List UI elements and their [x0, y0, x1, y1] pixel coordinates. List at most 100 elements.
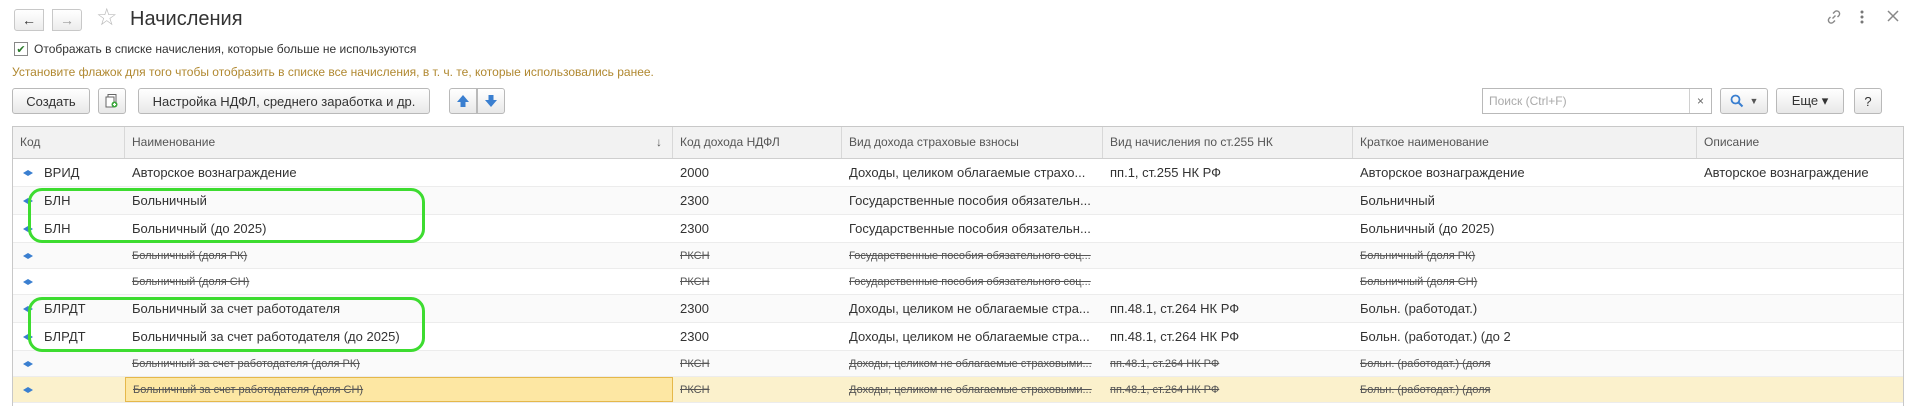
- search-box[interactable]: ×: [1482, 88, 1712, 114]
- cell-short-name: Больничный (доля СН): [1360, 275, 1478, 288]
- cell-ndfl: 2300: [680, 193, 709, 208]
- cell-ndfl: 2300: [680, 329, 709, 344]
- cell-nk255: пп.1, ст.255 НК РФ: [1110, 165, 1222, 180]
- cell-name: Авторское вознаграждение: [132, 165, 297, 180]
- search-button[interactable]: ▼: [1720, 88, 1768, 114]
- cell-short-name: Больн. (работодат.) (доля: [1360, 357, 1491, 370]
- row-type-icon: [23, 197, 33, 204]
- search-input[interactable]: [1483, 89, 1683, 113]
- col-header-ndfl[interactable]: Код дохода НДФЛ: [673, 127, 842, 158]
- col-header-short-name[interactable]: Краткое наименование: [1353, 127, 1697, 158]
- col-header-description[interactable]: Описание: [1697, 127, 1903, 158]
- cell-nk255: пп.48.1, ст.264 НК РФ: [1110, 357, 1220, 370]
- cell-code: БЛН: [44, 193, 71, 208]
- create-button[interactable]: Создать: [12, 88, 90, 114]
- cell-insurance: Государственные пособия обязательн...: [849, 193, 1091, 208]
- cell-insurance: Государственные пособия обязательного со…: [849, 275, 1091, 288]
- row-type-icon: [23, 278, 33, 285]
- move-up-button[interactable]: [449, 88, 477, 114]
- magnifier-icon: [1730, 94, 1743, 108]
- cell-description: [1697, 215, 1903, 242]
- show-unused-checkbox[interactable]: ✔: [14, 42, 28, 56]
- arrow-left-icon: ←: [22, 12, 36, 28]
- table-row[interactable]: Больничный за счет работодателя (доля РК…: [13, 351, 1903, 377]
- col-header-code[interactable]: Код: [13, 127, 125, 158]
- cell-name: Больничный за счет работодателя (до 2025…: [132, 329, 400, 344]
- cell-insurance: Доходы, целиком не облагаемые стра...: [849, 301, 1090, 316]
- filter-hint: Установите флажок для того чтобы отобраз…: [12, 65, 654, 79]
- star-icon[interactable]: ☆: [96, 6, 118, 30]
- col-header-insurance[interactable]: Вид дохода страховые взносы: [842, 127, 1103, 158]
- table-row[interactable]: Больничный (доля РК) РКСН Государственны…: [13, 243, 1903, 269]
- cell-ndfl: 2300: [680, 301, 709, 316]
- cell-short-name: Больн. (работодат.) (доля: [1360, 383, 1491, 396]
- cell-nk255: [1103, 243, 1353, 268]
- cell-ndfl: 2000: [680, 165, 709, 180]
- cell-nk255: [1103, 269, 1353, 294]
- row-type-icon: [23, 333, 33, 340]
- table-row[interactable]: БЛРДТ Больничный за счет работодателя 23…: [13, 295, 1903, 323]
- cell-code: БЛРДТ: [44, 301, 86, 316]
- cell-ndfl: 2300: [680, 221, 709, 236]
- table-row[interactable]: БЛРДТ Больничный за счет работодателя (д…: [13, 323, 1903, 351]
- help-button[interactable]: ?: [1854, 88, 1882, 114]
- cell-description: [1697, 269, 1903, 294]
- table-row-selected[interactable]: Больничный за счет работодателя (доля СН…: [13, 377, 1903, 403]
- arrow-right-icon: →: [60, 12, 74, 28]
- nav-forward-button[interactable]: →: [52, 9, 82, 31]
- cell-short-name: Авторское вознаграждение: [1360, 165, 1525, 180]
- cell-name: Больничный (доля РК): [132, 249, 248, 262]
- cell-description: [1697, 295, 1903, 322]
- more-button[interactable]: Еще ▾: [1776, 88, 1844, 114]
- cell-code: БЛРДТ: [44, 329, 86, 344]
- show-unused-label: Отображать в списке начисления, которые …: [34, 42, 417, 56]
- move-down-button[interactable]: [477, 88, 505, 114]
- cell-name: Больничный: [132, 193, 207, 208]
- table-header: Код Наименование ↓ Код дохода НДФЛ Вид д…: [13, 127, 1903, 159]
- toolbar: Создать Настройка НДФЛ, среднего заработ…: [0, 88, 1915, 116]
- nav-back-button[interactable]: ←: [14, 9, 44, 31]
- cell-description: [1697, 187, 1903, 214]
- cell-short-name: Больничный (до 2025): [1360, 221, 1495, 236]
- copy-icon: [105, 94, 118, 108]
- copy-button[interactable]: [98, 88, 126, 114]
- arrow-up-icon: [457, 95, 469, 107]
- cell-name: Больничный (до 2025): [132, 221, 267, 236]
- cell-insurance: Доходы, целиком не облагаемые страховыми…: [849, 357, 1092, 370]
- cell-ndfl: РКСН: [680, 357, 710, 370]
- title-bar: ← → ☆ Начисления: [0, 0, 1915, 40]
- table-row[interactable]: Больничный (доля СН) РКСН Государственны…: [13, 269, 1903, 295]
- cell-code: [37, 243, 125, 268]
- cell-code: [37, 269, 125, 294]
- link-icon[interactable]: [1826, 9, 1842, 30]
- row-type-icon: [23, 360, 33, 367]
- table-row[interactable]: ВРИД Авторское вознаграждение 2000 Доход…: [13, 159, 1903, 187]
- table-body: ВРИД Авторское вознаграждение 2000 Доход…: [13, 159, 1903, 403]
- sort-desc-icon: ↓: [656, 135, 662, 149]
- kebab-icon[interactable]: [1859, 9, 1865, 30]
- table-row[interactable]: БЛН Больничный 2300 Государственные посо…: [13, 187, 1903, 215]
- row-type-icon: [23, 169, 33, 176]
- cell-ndfl: РКСН: [680, 275, 710, 288]
- table-row[interactable]: БЛН Больничный (до 2025) 2300 Государств…: [13, 215, 1903, 243]
- cell-name-focused[interactable]: Больничный за счет работодателя (доля СН…: [125, 377, 673, 402]
- ndfl-settings-button[interactable]: Настройка НДФЛ, среднего заработка и др.: [138, 88, 430, 114]
- cell-short-name: Больничный: [1360, 193, 1435, 208]
- cell-short-name: Больничный (доля РК): [1360, 249, 1476, 262]
- cell-code: ВРИД: [44, 165, 80, 180]
- col-header-name[interactable]: Наименование ↓: [125, 127, 673, 158]
- row-type-icon: [23, 252, 33, 259]
- row-type-icon: [23, 225, 33, 232]
- accruals-table: Код Наименование ↓ Код дохода НДФЛ Вид д…: [12, 126, 1904, 406]
- col-header-nk255[interactable]: Вид начисления по ст.255 НК: [1103, 127, 1353, 158]
- search-clear-button[interactable]: ×: [1689, 89, 1711, 113]
- cell-description: [1697, 323, 1903, 350]
- cell-insurance: Доходы, целиком не облагаемые стра...: [849, 329, 1090, 344]
- cell-code: БЛН: [44, 221, 71, 236]
- cell-insurance: Доходы, целиком не облагаемые страховыми…: [849, 383, 1092, 396]
- cell-nk255: пп.48.1, ст.264 НК РФ: [1110, 301, 1240, 316]
- cell-name: Больничный за счет работодателя: [132, 301, 341, 316]
- close-icon[interactable]: [1886, 9, 1900, 28]
- cell-insurance: Государственные пособия обязательного со…: [849, 249, 1091, 262]
- show-unused-checkbox-row[interactable]: ✔ Отображать в списке начисления, которы…: [14, 42, 416, 56]
